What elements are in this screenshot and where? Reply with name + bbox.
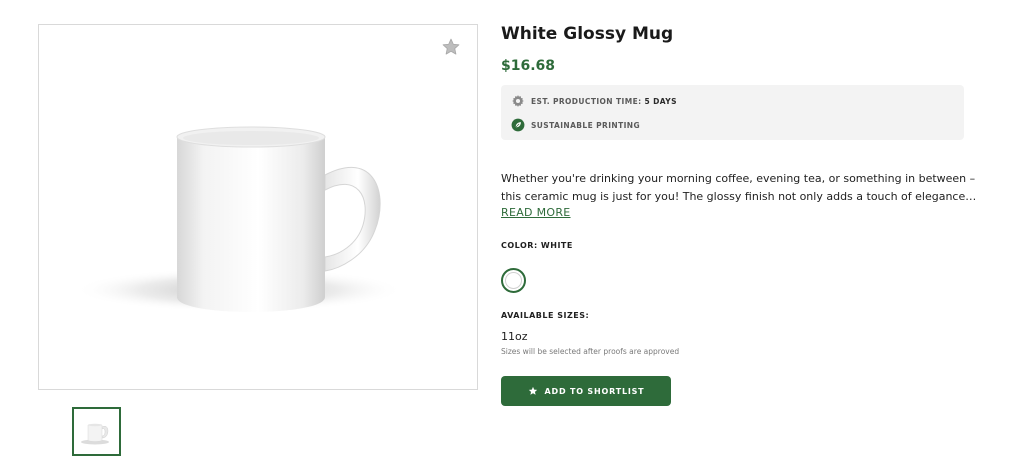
product-price: $16.68: [501, 58, 556, 74]
color-label: COLOR: WHITE: [501, 241, 573, 250]
description-line-1: Whether you're drinking your morning cof…: [501, 172, 976, 185]
mug-image: [74, 126, 404, 312]
sizes-label: AVAILABLE SIZES:: [501, 311, 590, 320]
size-value: 11oz: [501, 330, 528, 343]
production-time-row: EST. PRODUCTION TIME: 5 DAYS: [511, 94, 677, 108]
swatch-fill: [505, 272, 522, 289]
product-image-panel: [38, 24, 478, 390]
color-swatch-white[interactable]: [501, 268, 526, 293]
product-description: Whether you're drinking your morning cof…: [501, 170, 977, 206]
production-time-label: EST. PRODUCTION TIME:: [531, 96, 642, 106]
features-panel: EST. PRODUCTION TIME: 5 DAYS SUSTAINABLE…: [501, 85, 964, 140]
production-time-value: 5 DAYS: [644, 96, 677, 106]
shortlist-button-label: ADD TO SHORTLIST: [544, 386, 645, 396]
thumbnail-mug[interactable]: [72, 407, 121, 456]
gear-icon: [512, 95, 524, 107]
size-note: Sizes will be selected after proofs are …: [501, 347, 680, 356]
add-to-shortlist-button[interactable]: ADD TO SHORTLIST: [501, 376, 671, 406]
favorite-star-icon[interactable]: [441, 37, 461, 57]
description-line-2: this ceramic mug is just for you! The gl…: [501, 190, 977, 203]
product-title: White Glossy Mug: [501, 24, 674, 44]
star-icon: [528, 386, 537, 395]
leaf-icon: [511, 118, 525, 132]
read-more-link[interactable]: READ MORE: [501, 206, 571, 219]
sustainable-row: SUSTAINABLE PRINTING: [511, 118, 640, 132]
sustainable-label: SUSTAINABLE PRINTING: [531, 120, 641, 130]
mug-thumbnail-image: [81, 423, 109, 445]
